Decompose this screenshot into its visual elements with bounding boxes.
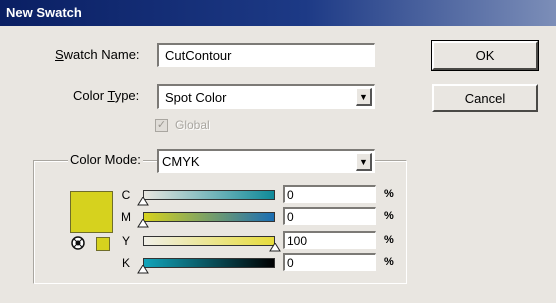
color-mode-value: CMYK xyxy=(162,154,200,169)
percent-unit-label: % xyxy=(384,256,394,268)
slider-thumb-icon[interactable] xyxy=(269,243,281,252)
swatch-name-input[interactable]: CutContour xyxy=(157,43,375,67)
slider-thumb-icon[interactable] xyxy=(137,197,149,206)
channel-label: K xyxy=(121,256,130,270)
chevron-down-icon[interactable]: ▼ xyxy=(356,88,372,106)
swatch-name-value: CutContour xyxy=(165,48,232,63)
slider-thumb-icon[interactable] xyxy=(137,265,149,274)
slider-thumb-icon[interactable] xyxy=(137,219,149,228)
color-type-value: Spot Color xyxy=(165,89,227,105)
color-mode-dropdown[interactable]: CMYK ▼ xyxy=(157,149,375,173)
dialog-title: New Swatch xyxy=(6,5,82,20)
ok-button[interactable]: OK xyxy=(431,40,539,71)
title-bar: New Swatch xyxy=(0,0,556,26)
global-label: Global xyxy=(175,118,210,132)
color-type-dropdown[interactable]: Spot Color ▼ xyxy=(157,84,375,109)
percent-unit-label: % xyxy=(384,234,394,246)
percent-unit-label: % xyxy=(384,210,394,222)
gamut-warning-icon[interactable] xyxy=(71,235,89,251)
percent-unit-label: % xyxy=(384,188,394,200)
swatch-preview-small[interactable] xyxy=(96,237,110,251)
channel-value-input[interactable]: 0 xyxy=(283,253,376,271)
swatch-name-label: Swatch Name: xyxy=(55,47,140,62)
swatch-preview xyxy=(70,191,113,233)
channel-value-input[interactable]: 100 xyxy=(283,231,376,249)
chevron-down-icon[interactable]: ▼ xyxy=(356,153,372,171)
channel-slider-m[interactable] xyxy=(143,212,275,222)
channel-slider-y[interactable] xyxy=(143,236,275,246)
channel-label: M xyxy=(121,210,131,224)
channel-slider-c[interactable] xyxy=(143,190,275,200)
channel-value-input[interactable]: 0 xyxy=(283,207,376,225)
global-checkbox[interactable]: ✓ xyxy=(155,119,168,132)
channel-label: Y xyxy=(121,234,130,248)
color-mode-label: Color Mode: xyxy=(68,152,143,167)
channel-slider-k[interactable] xyxy=(143,258,275,268)
channel-value-input[interactable]: 0 xyxy=(283,185,376,203)
cancel-button[interactable]: Cancel xyxy=(432,84,538,112)
channel-label: C xyxy=(121,188,131,202)
color-type-label: Color Type: xyxy=(73,88,140,103)
